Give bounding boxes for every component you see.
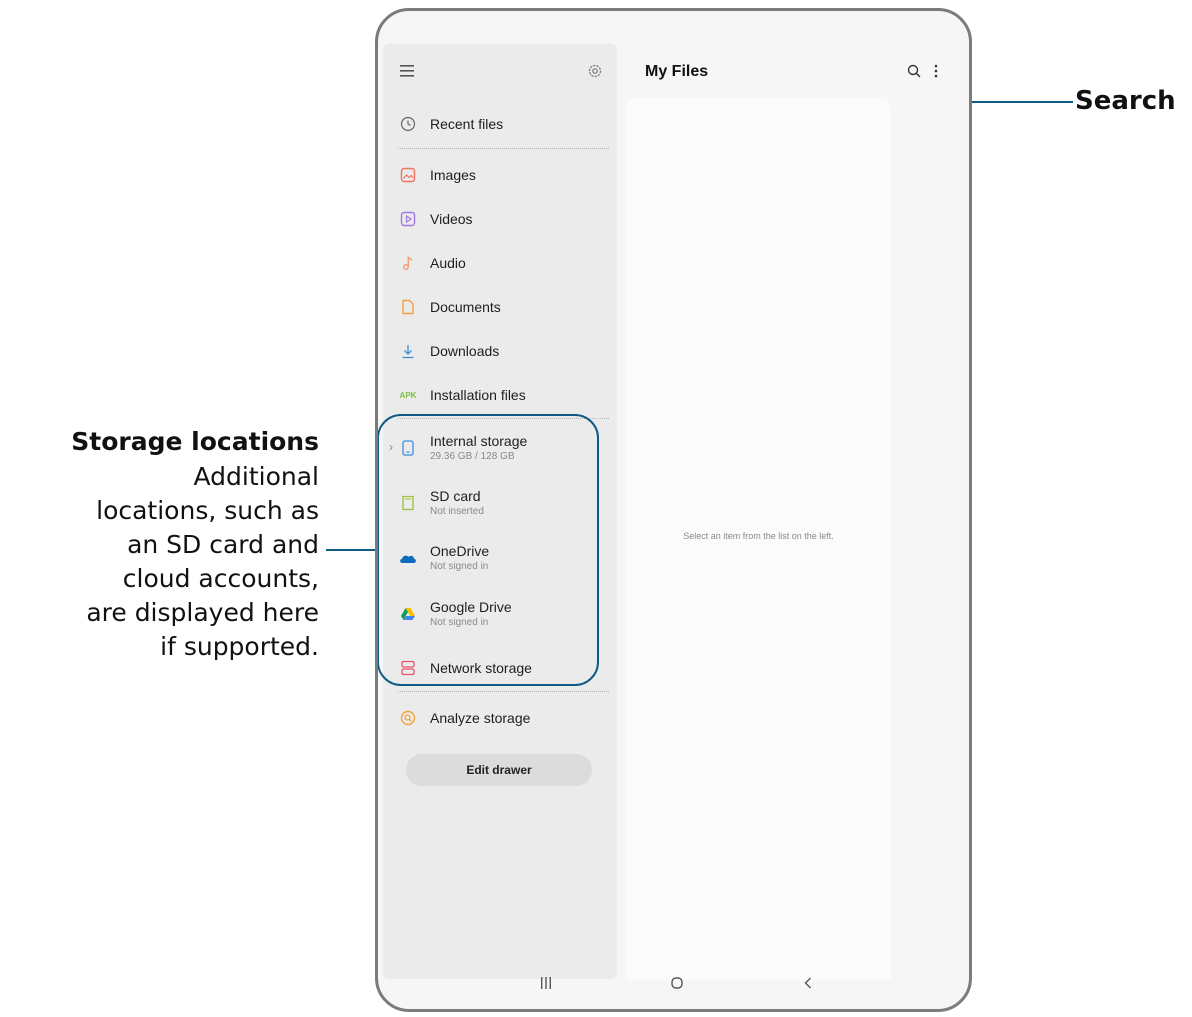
storage-annotation-line-3: an SD card and xyxy=(127,530,319,559)
drawer-item-label: Documents xyxy=(430,299,501,315)
search-icon[interactable] xyxy=(902,59,926,83)
drawer-item-label: Installation files xyxy=(430,387,526,403)
drawer-item-downloads[interactable]: Downloads xyxy=(383,331,617,371)
document-icon xyxy=(398,297,418,317)
home-icon[interactable] xyxy=(665,971,689,995)
drawer-item-label: Downloads xyxy=(430,343,500,359)
system-navigation-bar xyxy=(378,959,969,1009)
more-options-icon[interactable] xyxy=(928,59,944,83)
image-icon xyxy=(398,165,418,185)
storage-callout-line xyxy=(326,549,376,551)
drawer-item-images[interactable]: Images xyxy=(383,155,617,195)
empty-state-message: Select an item from the list on the left… xyxy=(683,531,834,541)
drawer-item-label: Recent files xyxy=(430,116,504,132)
analyze-icon xyxy=(398,708,418,728)
drawer-item-videos[interactable]: Videos xyxy=(383,199,617,239)
recent-apps-icon[interactable] xyxy=(534,971,558,995)
music-note-icon xyxy=(398,253,418,273)
drawer-item-installation-files[interactable]: APK Installation files xyxy=(383,375,617,415)
storage-annotation-title: Storage locations xyxy=(71,427,319,456)
tablet-frame: Recent files Images Videos Audio Documen… xyxy=(375,8,972,1012)
page-title: My Files xyxy=(645,63,709,80)
drawer-item-label: Images xyxy=(430,167,476,183)
drawer-item-recent-files[interactable]: Recent files xyxy=(383,104,617,144)
storage-annotation-line-5: are displayed here xyxy=(86,598,319,627)
drawer-item-label: Audio xyxy=(430,255,466,271)
hamburger-menu-icon[interactable] xyxy=(396,60,418,82)
storage-annotation: Storage locations Additional locations, … xyxy=(71,424,319,664)
storage-locations-highlight xyxy=(378,414,599,686)
back-icon[interactable] xyxy=(796,971,820,995)
divider xyxy=(398,691,609,692)
video-icon xyxy=(398,209,418,229)
drawer-item-audio[interactable]: Audio xyxy=(383,243,617,283)
apk-icon: APK xyxy=(399,390,417,400)
edit-drawer-button[interactable]: Edit drawer xyxy=(406,754,592,786)
content-panel: Select an item from the list on the left… xyxy=(626,97,891,980)
drawer-item-label: Videos xyxy=(430,211,473,227)
content-header: My Files xyxy=(626,41,966,97)
storage-annotation-line-1: Additional xyxy=(193,462,319,491)
drawer-item-documents[interactable]: Documents xyxy=(383,287,617,327)
drawer-item-label: Analyze storage xyxy=(430,710,531,726)
drawer-item-analyze-storage[interactable]: Analyze storage xyxy=(383,698,617,738)
gear-icon[interactable] xyxy=(584,60,606,82)
search-annotation-label: Search xyxy=(1075,86,1176,116)
storage-annotation-line-4: cloud accounts, xyxy=(122,564,319,593)
clock-icon xyxy=(398,114,418,134)
download-icon xyxy=(398,341,418,361)
divider xyxy=(398,148,609,149)
edit-drawer-button-label: Edit drawer xyxy=(466,763,532,777)
storage-annotation-line-6: if supported. xyxy=(160,632,319,661)
storage-annotation-line-2: locations, such as xyxy=(96,496,319,525)
